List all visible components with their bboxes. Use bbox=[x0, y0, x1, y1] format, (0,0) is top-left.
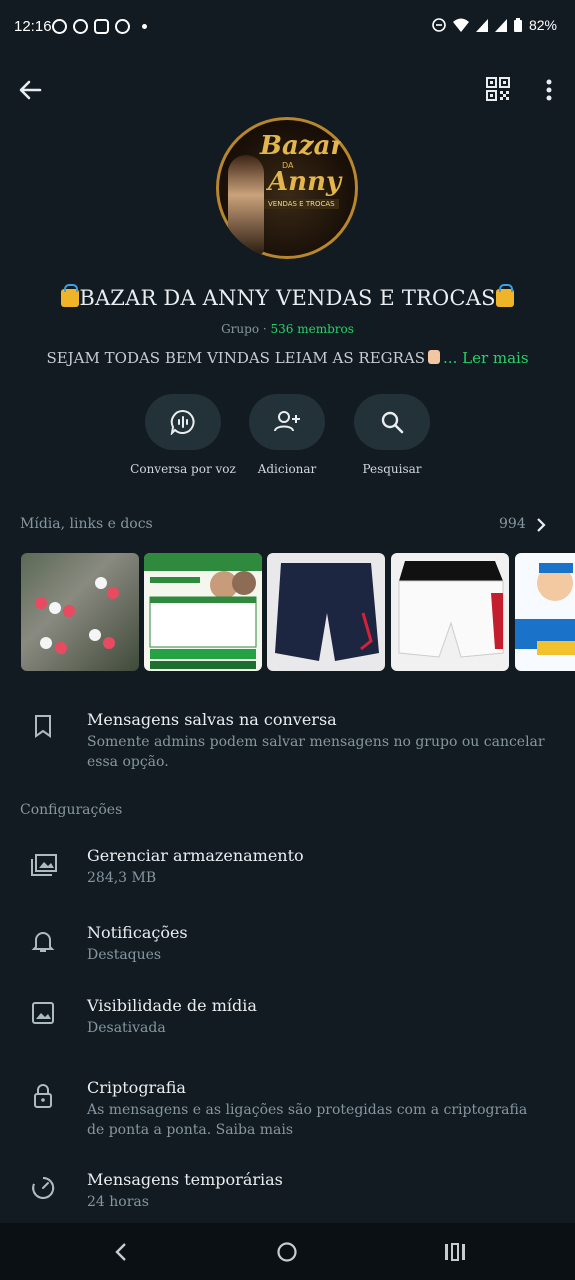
back-button[interactable] bbox=[16, 76, 44, 104]
status-time: 12:16 bbox=[14, 18, 52, 35]
saved-messages-subtitle: Somente admins podem salvar mensagens no… bbox=[87, 734, 545, 770]
add-member-button[interactable]: Adicionar bbox=[232, 394, 342, 476]
saved-messages-title[interactable]: Mensagens salvas na conversa bbox=[87, 710, 337, 729]
more-vert-icon bbox=[546, 79, 552, 101]
media-thumbnail[interactable] bbox=[267, 553, 385, 671]
lock-icon bbox=[34, 1084, 52, 1108]
group-title-text: BAZAR DA ANNY VENDAS E TROCAS bbox=[79, 286, 496, 310]
signal-icon bbox=[475, 18, 488, 32]
notifications-subtitle: Destaques bbox=[87, 947, 162, 963]
group-description-text: SEJAM TODAS BEM VINDAS LEIAM AS REGRAS bbox=[46, 349, 426, 367]
group-type: Grupo · bbox=[221, 322, 271, 336]
media-thumbnail[interactable] bbox=[515, 553, 575, 671]
battery-icon bbox=[513, 18, 522, 32]
manage-storage-subtitle: 284,3 MB bbox=[87, 870, 157, 886]
voice-chat-icon bbox=[170, 409, 195, 435]
chevron-right-icon bbox=[537, 518, 546, 532]
disappearing-messages-subtitle: 24 horas bbox=[87, 1194, 149, 1210]
wifi-icon bbox=[452, 18, 469, 32]
nav-back-icon[interactable] bbox=[112, 1241, 130, 1263]
avatar-illustration bbox=[228, 155, 264, 255]
media-visibility-subtitle: Desativada bbox=[87, 1020, 166, 1036]
shopping-bags-emoji-icon bbox=[61, 284, 80, 307]
notifications-title[interactable]: Notificações bbox=[87, 923, 188, 942]
group-title[interactable]: BAZAR DA ANNY VENDAS E TROCAS bbox=[0, 284, 575, 310]
group-avatar[interactable]: Bazar DA Anny VENDAS E TROCAS bbox=[216, 117, 358, 259]
nav-home-icon[interactable] bbox=[276, 1241, 298, 1263]
search-label: Pesquisar bbox=[362, 462, 422, 476]
voice-chat-label: Conversa por voz bbox=[130, 462, 236, 476]
signal-icon bbox=[494, 18, 507, 32]
whatsapp-notification-icon bbox=[52, 19, 67, 34]
member-count[interactable]: 536 membros bbox=[271, 322, 354, 336]
health-plan-flyer-image bbox=[144, 553, 262, 669]
group-description[interactable]: SEJAM TODAS BEM VINDAS LEIAM AS REGRAS..… bbox=[0, 349, 575, 367]
bookmark-icon bbox=[35, 715, 51, 738]
encryption-subtitle: As mensagens e as ligações são protegida… bbox=[87, 1102, 528, 1138]
bell-icon bbox=[31, 932, 55, 952]
pointing-down-emoji-icon bbox=[428, 350, 441, 364]
whatsapp-notification-icon bbox=[115, 19, 130, 34]
settings-section-label: Configurações bbox=[20, 802, 123, 818]
disappearing-messages-title[interactable]: Mensagens temporárias bbox=[87, 1170, 283, 1189]
whatsapp-notification-icon bbox=[73, 19, 88, 34]
avatar-logo-text: Anny bbox=[268, 167, 342, 197]
qr-code-icon bbox=[486, 77, 510, 101]
media-thumbnail[interactable] bbox=[144, 553, 262, 671]
media-thumbnail[interactable] bbox=[21, 553, 139, 671]
search-button-circle[interactable] bbox=[354, 394, 430, 450]
group-subtitle: Grupo · 536 membros bbox=[0, 322, 575, 336]
timer-icon bbox=[32, 1176, 55, 1199]
system-status: 82% bbox=[432, 17, 557, 33]
media-thumbnail[interactable] bbox=[391, 553, 509, 671]
encryption-icon-wrap bbox=[30, 1083, 56, 1109]
media-visibility-icon-wrap bbox=[30, 1000, 56, 1026]
voice-chat-button-circle[interactable] bbox=[145, 394, 221, 450]
battery-level: 82% bbox=[528, 17, 557, 33]
read-more-link[interactable]: ... Ler mais bbox=[443, 349, 529, 367]
navy-shorts-image bbox=[275, 563, 379, 661]
bracelets-image bbox=[35, 577, 119, 654]
encryption-title[interactable]: Criptografia bbox=[87, 1078, 186, 1097]
media-section-header[interactable]: Mídia, links e docs bbox=[20, 516, 153, 532]
search-icon bbox=[381, 411, 404, 434]
manage-storage-icon-wrap bbox=[30, 852, 57, 878]
manage-storage-title[interactable]: Gerenciar armazenamento bbox=[87, 846, 304, 865]
cartoon-mascot-image bbox=[515, 563, 575, 655]
add-member-label: Adicionar bbox=[257, 462, 317, 476]
avatar-logo-text: Bazar bbox=[260, 131, 345, 161]
shopping-bags-emoji-icon bbox=[495, 284, 514, 307]
white-shorts-image bbox=[398, 561, 504, 658]
nav-recents-icon[interactable] bbox=[444, 1241, 466, 1263]
system-navigation-bar bbox=[0, 1223, 575, 1280]
add-member-button-circle[interactable] bbox=[249, 394, 325, 450]
storage-icon bbox=[31, 854, 57, 876]
status-bar: 12:16 82% bbox=[0, 0, 575, 56]
more-options-button[interactable] bbox=[537, 76, 561, 104]
media-visibility-title[interactable]: Visibilidade de mídia bbox=[87, 996, 257, 1015]
notification-icons bbox=[52, 19, 147, 34]
search-button[interactable]: Pesquisar bbox=[337, 394, 447, 476]
dnd-icon bbox=[432, 18, 446, 32]
notifications-icon-wrap bbox=[30, 928, 56, 954]
instagram-notification-icon bbox=[94, 19, 109, 34]
image-icon bbox=[32, 1002, 54, 1024]
saved-messages-icon-wrap bbox=[30, 713, 56, 739]
media-open-button[interactable] bbox=[533, 516, 549, 534]
disappearing-messages-icon-wrap bbox=[30, 1175, 56, 1201]
voice-chat-button[interactable]: Conversa por voz bbox=[128, 394, 238, 476]
media-count[interactable]: 994 bbox=[499, 516, 526, 532]
more-notifications-dot-icon bbox=[142, 24, 147, 29]
avatar-logo-text: VENDAS E TROCAS bbox=[264, 199, 339, 209]
arrow-left-icon bbox=[19, 80, 42, 100]
qr-code-button[interactable] bbox=[486, 77, 510, 101]
add-person-icon bbox=[274, 411, 300, 432]
